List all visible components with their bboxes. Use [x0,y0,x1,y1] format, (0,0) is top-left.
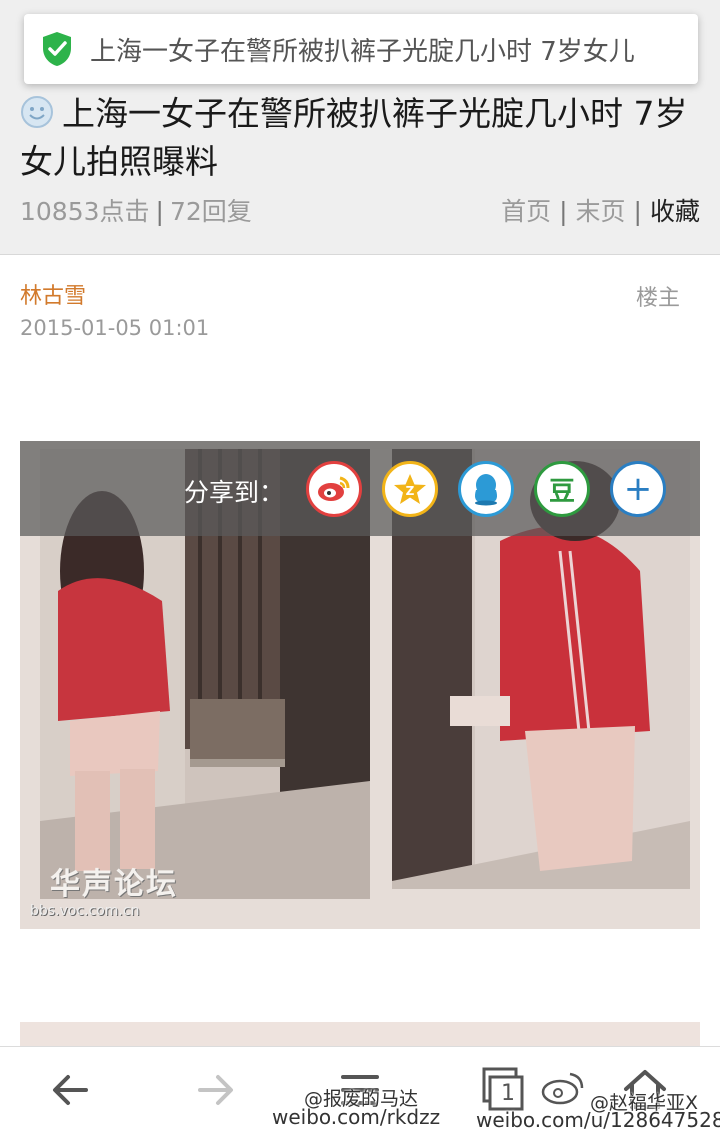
share-bar: 分享到： Z 豆 + [20,441,700,536]
forward-arrow-icon[interactable] [190,1065,240,1115]
plus-icon: + [623,469,653,509]
post-timestamp: 2015-01-05 01:01 [20,316,210,340]
share-more-button[interactable]: + [610,461,666,517]
share-label: 分享到： [184,478,285,507]
page-links: 首页 | 末页 | 收藏 [501,197,700,226]
watermark-logo: 华声论坛 [50,867,178,902]
click-count: 10853点击 [20,197,150,226]
author-name[interactable]: 林古雪 [20,278,86,310]
weibo-icon [318,476,350,501]
floor-label: 楼主 [635,286,680,311]
favorite-link[interactable]: 收藏 [650,197,700,226]
first-page-link[interactable]: 首页 [501,197,551,226]
reply-count: 72回复 [169,197,252,226]
qzone-icon: Z [394,474,426,504]
shield-check-icon [43,32,71,66]
weibo-logo-icon [541,1072,584,1105]
thread-stats: 10853点击 | 72回复 [20,197,252,226]
qq-icon [475,474,497,506]
back-arrow-icon[interactable] [46,1065,96,1115]
watermark-right-url: weibo.com/u/1286475281 [476,1108,720,1132]
smiley-icon [21,96,53,128]
watermark-url: bbs.voc.com.cn [30,903,140,919]
address-bar[interactable]: 上海一女子在警所被扒裤子光腚几小时 7岁女儿 [24,14,698,84]
svg-text:Z: Z [406,484,415,498]
share-weibo-button[interactable] [306,461,362,517]
thread-title-text: 上海一女子在警所被扒裤子光腚几小时 7岁女儿拍照曝料 [20,94,688,181]
last-page-link[interactable]: 末页 [576,197,626,226]
share-qzone-button[interactable]: Z [382,461,438,517]
address-text: 上海一女子在警所被扒裤子光腚几小时 7岁女儿 [90,36,635,67]
watermark-left-url: weibo.com/rkdzz [272,1105,441,1129]
thread-title: 上海一女子在警所被扒裤子光腚几小时 7岁女儿拍照曝料 [20,90,710,186]
share-qq-button[interactable] [458,461,514,517]
next-photo-strip [20,1022,700,1046]
share-douban-button[interactable]: 豆 [534,461,590,517]
douban-icon: 豆 [548,476,575,507]
